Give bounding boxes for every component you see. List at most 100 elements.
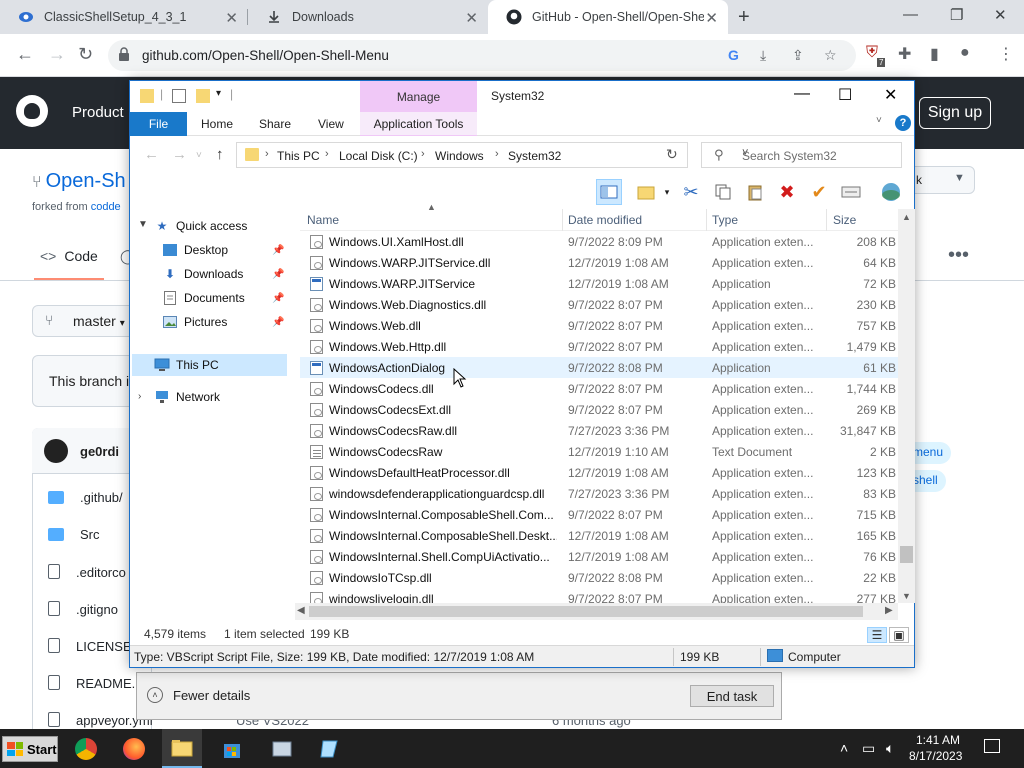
app-taskbar-button[interactable] bbox=[310, 729, 350, 768]
github-logo-icon[interactable] bbox=[16, 95, 48, 127]
breadcrumb[interactable]: System32 bbox=[508, 149, 561, 163]
nav-desktop[interactable]: Desktop 📌 bbox=[162, 239, 286, 261]
network-tray-icon[interactable]: ▭ bbox=[862, 740, 875, 757]
volume-icon[interactable]: 🔈︎ bbox=[886, 740, 894, 757]
nav-quick-access[interactable]: ★ Quick access bbox=[154, 215, 294, 237]
file-row[interactable]: WindowsInternal.Shell.CompUiActivatio...… bbox=[300, 546, 898, 567]
browser-tab[interactable]: Downloads ✕ bbox=[248, 0, 488, 34]
help-icon[interactable]: ? bbox=[895, 115, 911, 131]
file-row[interactable]: Src bbox=[48, 527, 100, 542]
file-row[interactable]: .github/ bbox=[48, 490, 123, 505]
file-row[interactable]: .editorco bbox=[48, 564, 126, 580]
restore-icon[interactable]: ❐ bbox=[950, 6, 963, 24]
app-taskbar-button[interactable] bbox=[262, 729, 302, 768]
commit-author[interactable]: ge0rdi bbox=[80, 444, 119, 459]
qat-dropdown-icon[interactable]: ▾ bbox=[216, 88, 221, 99]
column-name[interactable]: Name bbox=[307, 213, 339, 227]
refresh-icon[interactable]: ↻ bbox=[666, 146, 678, 163]
up-icon[interactable]: ↑ bbox=[216, 146, 224, 163]
product-menu[interactable]: Product bbox=[72, 104, 124, 121]
file-row[interactable]: windowslivelogin.dll 9/7/2022 8:07 PM Appl… bbox=[300, 588, 898, 603]
reload-icon[interactable]: ↻ bbox=[78, 44, 93, 65]
profile-avatar-icon[interactable]: ● bbox=[960, 44, 970, 62]
tab-file[interactable]: File bbox=[130, 112, 187, 136]
close-tab-icon[interactable]: ✕ bbox=[465, 9, 478, 27]
chevron-up-icon[interactable]: ˄ bbox=[840, 740, 848, 756]
branch-selector[interactable]: ⑂ master ▾ bbox=[32, 305, 142, 337]
extensions-puzzle-icon[interactable]: ✚ bbox=[898, 44, 911, 64]
manage-context-tab[interactable]: Manage bbox=[360, 81, 477, 112]
file-explorer-taskbar-button[interactable] bbox=[162, 729, 202, 768]
file-row[interactable]: WindowsDefaultHeatProcessor.dll 12/7/2019… bbox=[300, 462, 898, 483]
copy-icon[interactable] bbox=[710, 179, 736, 205]
nav-documents[interactable]: Documents 📌 bbox=[162, 287, 286, 309]
sign-up-button[interactable]: Sign up bbox=[919, 97, 991, 129]
fewer-details-toggle[interactable]: ˄ Fewer details bbox=[147, 687, 250, 703]
forward-icon[interactable]: → bbox=[48, 44, 66, 65]
delete-icon[interactable]: ✖ bbox=[774, 179, 800, 205]
file-row[interactable]: .gitigno bbox=[48, 601, 118, 617]
end-task-button[interactable]: End task bbox=[690, 685, 774, 707]
file-row[interactable]: Windows.WARP.JITService.dll 12/7/2019 1:0… bbox=[300, 252, 898, 273]
paste-icon[interactable] bbox=[742, 179, 768, 205]
file-row[interactable]: WindowsCodecsRaw 12/7/2019 1:10 AM Text Do… bbox=[300, 441, 898, 462]
clock-date[interactable]: 8/17/2023 bbox=[909, 749, 962, 763]
share-icon[interactable]: ⇪ bbox=[792, 47, 804, 64]
nav-network[interactable]: Network bbox=[154, 386, 294, 408]
browser-tab[interactable]: ClassicShellSetup_4_3_1 ✕ bbox=[0, 0, 248, 34]
maximize-icon[interactable]: ☐ bbox=[838, 85, 852, 105]
file-row[interactable]: LICENSE bbox=[48, 638, 132, 654]
back-icon[interactable]: ← bbox=[16, 44, 34, 65]
file-row[interactable]: Windows.Web.dll 9/7/2022 8:07 PM Applicati… bbox=[300, 315, 898, 336]
file-row[interactable]: README. bbox=[48, 675, 135, 691]
repo-title[interactable]: ⑂ Open-Sh bbox=[32, 170, 126, 193]
properties-icon[interactable] bbox=[172, 89, 186, 103]
breadcrumb[interactable]: Windows bbox=[435, 149, 484, 163]
file-row[interactable]: Windows.WARP.JITService 12/7/2019 1:08 AM… bbox=[300, 273, 898, 294]
cut-icon[interactable]: ✂ bbox=[678, 179, 704, 205]
close-window-icon[interactable]: ✕ bbox=[884, 85, 897, 105]
nav-downloads[interactable]: ⬇ Downloads 📌 bbox=[162, 263, 286, 285]
horizontal-scrollbar[interactable]: ◀ ▶ bbox=[295, 603, 898, 620]
google-translate-icon[interactable]: G bbox=[728, 47, 739, 63]
new-folder-icon[interactable] bbox=[196, 89, 210, 103]
tab-view[interactable]: View bbox=[318, 117, 344, 131]
chevron-down-icon[interactable]: ▾ bbox=[654, 179, 680, 205]
more-options-icon[interactable]: ••• bbox=[948, 244, 969, 267]
properties-icon[interactable] bbox=[838, 179, 864, 205]
address-bar[interactable]: github.com/Open-Shell/Open-Shell-Menu G … bbox=[108, 40, 856, 71]
tab-home[interactable]: Home bbox=[201, 117, 233, 131]
file-row[interactable]: WindowsIoTCsp.dll 9/7/2022 8:08 PM Applica… bbox=[300, 567, 898, 588]
close-window-icon[interactable]: ✕ bbox=[994, 6, 1007, 24]
file-row[interactable]: WindowsInternal.ComposableShell.Deskt...… bbox=[300, 525, 898, 546]
start-button[interactable]: Start bbox=[2, 736, 58, 762]
new-tab-icon[interactable]: + bbox=[738, 6, 750, 29]
file-row[interactable]: WindowsCodecsExt.dll 9/7/2022 8:07 PM Appl… bbox=[300, 399, 898, 420]
rename-check-icon[interactable]: ✔ bbox=[806, 179, 832, 205]
vertical-scrollbar[interactable]: ▲ ▼ bbox=[898, 209, 915, 603]
tab-application-tools[interactable]: Application Tools bbox=[360, 112, 477, 136]
column-size[interactable]: Size bbox=[833, 213, 856, 227]
file-row[interactable]: Windows.UI.XamlHost.dll 9/7/2022 8:09 PM A… bbox=[300, 231, 898, 252]
expand-ribbon-icon[interactable]: ˅ bbox=[876, 115, 882, 126]
column-date-modified[interactable]: Date modified bbox=[568, 213, 642, 227]
avatar[interactable] bbox=[44, 439, 68, 463]
forward-icon[interactable]: → bbox=[172, 146, 187, 163]
large-icons-view-icon[interactable]: ▣ bbox=[889, 627, 909, 643]
minimize-icon[interactable]: — bbox=[794, 85, 810, 103]
address-bar[interactable]: › This PC › Local Disk (C:) › Windows › … bbox=[236, 142, 748, 168]
tab-code[interactable]: <> Code bbox=[34, 248, 104, 280]
breadcrumb[interactable]: This PC bbox=[277, 149, 320, 163]
minimize-icon[interactable]: — bbox=[903, 6, 918, 23]
file-row[interactable]: WindowsCodecsRaw.dll 7/27/2023 3:36 PM App… bbox=[300, 420, 898, 441]
notification-icon[interactable] bbox=[984, 739, 1000, 753]
scroll-down-icon[interactable]: ▼ bbox=[902, 591, 911, 601]
scroll-right-icon[interactable]: ▶ bbox=[885, 605, 893, 616]
breadcrumb[interactable]: Local Disk (C:) bbox=[339, 149, 418, 163]
preview-pane-icon[interactable] bbox=[596, 179, 622, 205]
scrollbar-thumb[interactable] bbox=[900, 546, 913, 563]
nav-pictures[interactable]: Pictures 📌 bbox=[162, 311, 286, 333]
firefox-taskbar-button[interactable] bbox=[114, 729, 154, 768]
repo-action-box[interactable]: k ▼ bbox=[905, 166, 975, 194]
install-icon[interactable]: ⤓ bbox=[760, 47, 766, 64]
